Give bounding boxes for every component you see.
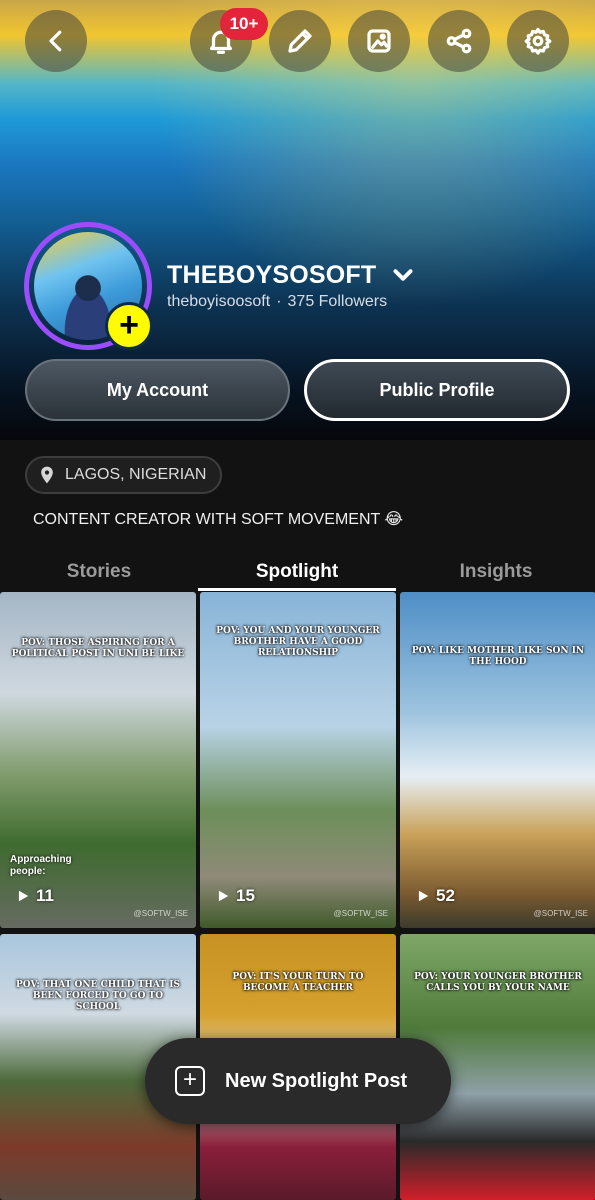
watermark: @SOFTW_ISE [333, 909, 388, 918]
add-square-icon: + [175, 1066, 205, 1096]
username: theboyisoosoft [167, 293, 271, 310]
add-story-button[interactable]: + [105, 302, 153, 350]
new-spotlight-post-button[interactable]: + New Spotlight Post [145, 1038, 451, 1124]
view-count: 11 [16, 886, 54, 906]
view-count: 52 [416, 886, 455, 906]
spotlight-tile[interactable]: POV: YOU AND YOUR YOUNGER BROTHER HAVE A… [200, 592, 396, 928]
view-count-value: 52 [436, 886, 455, 905]
settings-button[interactable] [507, 10, 569, 72]
tile-caption: POV: IT'S YOUR TURN TO BECOME A TEACHER [232, 972, 364, 993]
share-button[interactable] [428, 10, 490, 72]
my-account-button[interactable]: My Account [25, 359, 290, 421]
chevron-down-icon[interactable] [376, 256, 418, 295]
edit-button[interactable] [269, 10, 331, 72]
gear-icon [524, 27, 552, 55]
separator: · [276, 293, 282, 310]
profile-subtitle: theboyisoosoft · 375 Followers [167, 293, 387, 311]
tab-insights[interactable]: Insights [397, 556, 595, 588]
tab-spotlight[interactable]: Spotlight [198, 556, 396, 588]
display-name: THEBOYSOSOFT [167, 261, 377, 289]
location-chip[interactable]: LAGOS, NIGERIAN [25, 456, 223, 494]
tile-overlay-text: Approaching people: [10, 854, 72, 877]
plus-icon: + [119, 305, 139, 344]
watermark: @SOFTW_ISE [133, 909, 188, 918]
view-count-value: 15 [236, 886, 255, 905]
view-count-value: 11 [36, 886, 54, 905]
profile-tabs: Stories Spotlight Insights [0, 556, 595, 592]
tab-stories[interactable]: Stories [0, 556, 198, 588]
share-icon [446, 28, 472, 54]
profile-name-row[interactable]: THEBOYSOSOFT [167, 256, 418, 295]
location-pin-icon [41, 466, 53, 484]
change-background-button[interactable] [348, 10, 410, 72]
play-icon [18, 890, 29, 902]
public-profile-button[interactable]: Public Profile [304, 359, 570, 421]
chevron-left-icon [49, 30, 62, 52]
image-icon [367, 29, 391, 53]
notifications-badge: 10+ [220, 8, 268, 40]
tile-caption: POV: YOUR YOUNGER BROTHER CALLS YOU BY Y… [414, 972, 582, 993]
pencil-icon [288, 29, 312, 53]
watermark: @SOFTW_ISE [533, 909, 588, 918]
spotlight-tile[interactable]: POV: THOSE ASPIRING FOR A POLITICAL POST… [0, 592, 196, 928]
tile-caption: POV: THAT ONE CHILD THAT IS BEEN FORCED … [16, 980, 180, 1012]
new-spotlight-post-label: New Spotlight Post [225, 1069, 408, 1092]
spotlight-tile[interactable]: POV: LIKE MOTHER LIKE SON IN THE HOOD 52… [400, 592, 595, 928]
view-count: 15 [216, 886, 255, 906]
tile-caption: POV: YOU AND YOUR YOUNGER BROTHER HAVE A… [216, 626, 380, 658]
play-icon [218, 890, 229, 902]
followers-count[interactable]: 375 Followers [288, 293, 388, 310]
profile-bio: CONTENT CREATOR WITH SOFT MOVEMENT 😂 [33, 511, 404, 528]
tile-caption: POV: THOSE ASPIRING FOR A POLITICAL POST… [11, 638, 185, 659]
active-tab-indicator [198, 588, 396, 591]
tile-caption: POV: LIKE MOTHER LIKE SON IN THE HOOD [411, 646, 585, 667]
location-text: LAGOS, NIGERIAN [65, 466, 207, 483]
back-button[interactable] [25, 10, 87, 72]
play-icon [418, 890, 429, 902]
